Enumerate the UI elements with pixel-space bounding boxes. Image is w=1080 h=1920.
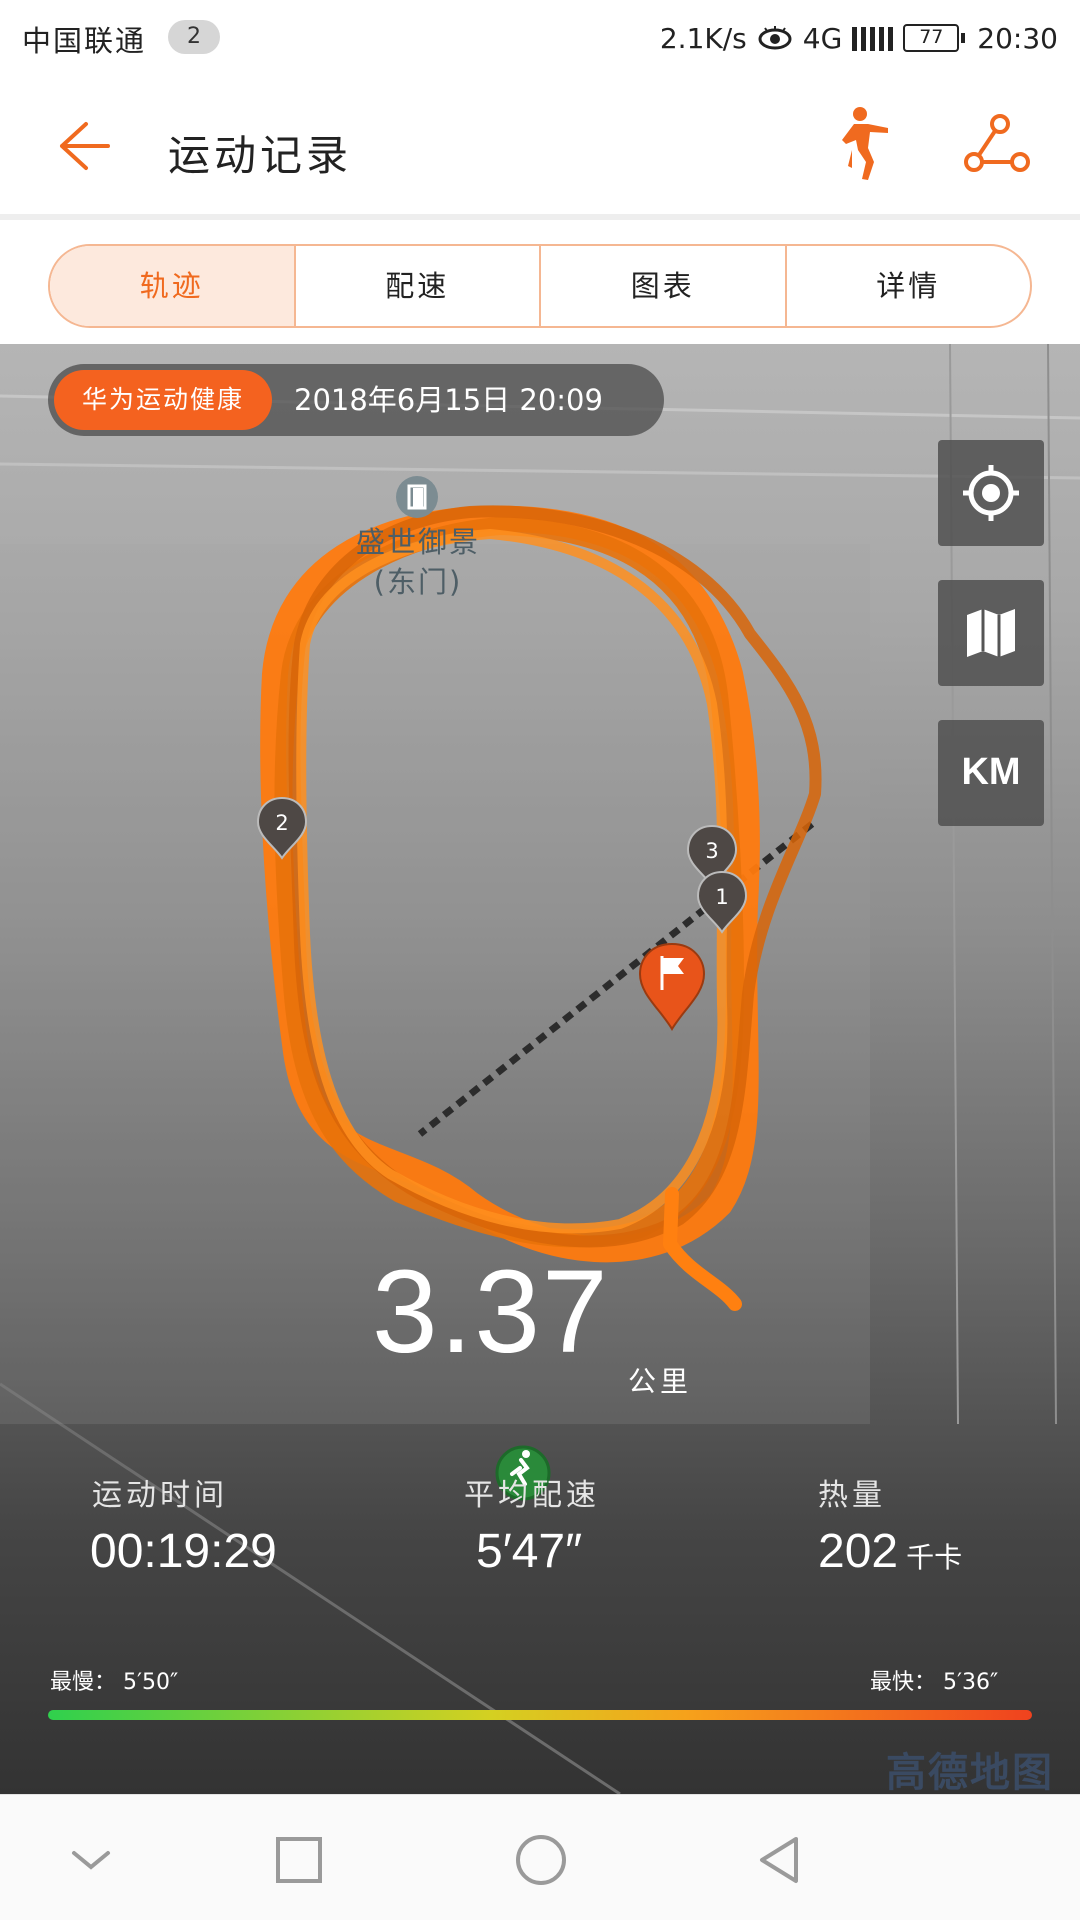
battery-icon: 77 bbox=[903, 24, 966, 52]
home-icon[interactable] bbox=[514, 1833, 568, 1887]
source-tag: 华为运动健康 bbox=[54, 370, 273, 430]
distance-unit: 公里 bbox=[628, 1365, 693, 1398]
calories-unit: 千卡 bbox=[906, 1541, 963, 1574]
back-nav-icon[interactable] bbox=[752, 1833, 806, 1887]
signal-icon bbox=[852, 25, 894, 51]
svg-text:2: 2 bbox=[275, 811, 288, 835]
map-provider-logo: 高德地图 bbox=[886, 1750, 1054, 1794]
distance-value: 3.37 bbox=[372, 1246, 610, 1378]
tab-bar: 轨迹 配速 图表 详情 bbox=[0, 220, 1080, 344]
tab-track[interactable]: 轨迹 bbox=[50, 246, 296, 326]
carrier-name: 中国联通 bbox=[22, 24, 147, 58]
segmented-tabs: 轨迹 配速 图表 详情 bbox=[48, 244, 1032, 328]
duration-label: 运动时间 bbox=[92, 1478, 228, 1513]
map-layer-icon bbox=[967, 609, 1015, 657]
km-marker-1: 1 bbox=[696, 870, 748, 934]
back-arrow-icon[interactable] bbox=[50, 114, 114, 178]
km-toggle-button[interactable]: KM bbox=[938, 720, 1044, 826]
system-nav-bar bbox=[0, 1794, 1080, 1920]
fastest-pace: 最快： 5′36″ bbox=[870, 1670, 999, 1695]
calories-label: 热量 bbox=[818, 1478, 886, 1513]
avg-pace-label: 平均配速 bbox=[464, 1478, 600, 1513]
tab-chart[interactable]: 图表 bbox=[541, 246, 787, 326]
avg-pace-value: 5′47″ bbox=[476, 1525, 583, 1578]
door-poi-icon[interactable] bbox=[396, 476, 438, 518]
map-layer-button[interactable] bbox=[938, 580, 1044, 686]
record-source-pill: 华为运动健康 2018年6月15日 20:09 bbox=[48, 364, 664, 436]
slowest-pace: 最慢： 5′50″ bbox=[50, 1670, 179, 1695]
svg-text:1: 1 bbox=[715, 885, 728, 909]
clock: 20:30 bbox=[977, 21, 1058, 55]
km-marker-2: 2 bbox=[256, 796, 308, 860]
tab-pace[interactable]: 配速 bbox=[296, 246, 541, 326]
recents-icon[interactable] bbox=[272, 1833, 326, 1887]
locate-icon bbox=[963, 465, 1019, 521]
record-datetime: 2018年6月15日 20:09 bbox=[294, 383, 603, 417]
pace-gradient-bar bbox=[48, 1710, 1032, 1720]
app-header: 运动记录 bbox=[0, 74, 1080, 220]
runner-icon[interactable] bbox=[828, 104, 896, 184]
network-type: 4G bbox=[802, 21, 843, 55]
tab-details[interactable]: 详情 bbox=[787, 246, 1031, 326]
sim-badge: 2 bbox=[168, 20, 220, 54]
network-speed: 2.1K/s bbox=[659, 21, 747, 55]
route-share-icon[interactable] bbox=[962, 112, 1032, 176]
map-view[interactable]: 2 3 1 华为运动健康 2018年6月15日 20:09 盛世御景 (东门) bbox=[0, 344, 1080, 1794]
hide-nav-icon[interactable] bbox=[64, 1833, 118, 1887]
page-title: 运动记录 bbox=[168, 131, 353, 180]
poi-label: 盛世御景 (东门) bbox=[355, 525, 480, 599]
calories-value: 202 千卡 bbox=[818, 1525, 963, 1578]
locate-button[interactable] bbox=[938, 440, 1044, 546]
svg-text:3: 3 bbox=[705, 839, 718, 863]
status-bar: 中国联通 2 2.1K/s 4G 77 20:30 bbox=[0, 0, 1080, 74]
status-indicators: 2.1K/s 4G 77 20:30 bbox=[660, 18, 1058, 58]
duration-value: 00:19:29 bbox=[90, 1525, 277, 1578]
eye-comfort-icon bbox=[758, 26, 792, 50]
